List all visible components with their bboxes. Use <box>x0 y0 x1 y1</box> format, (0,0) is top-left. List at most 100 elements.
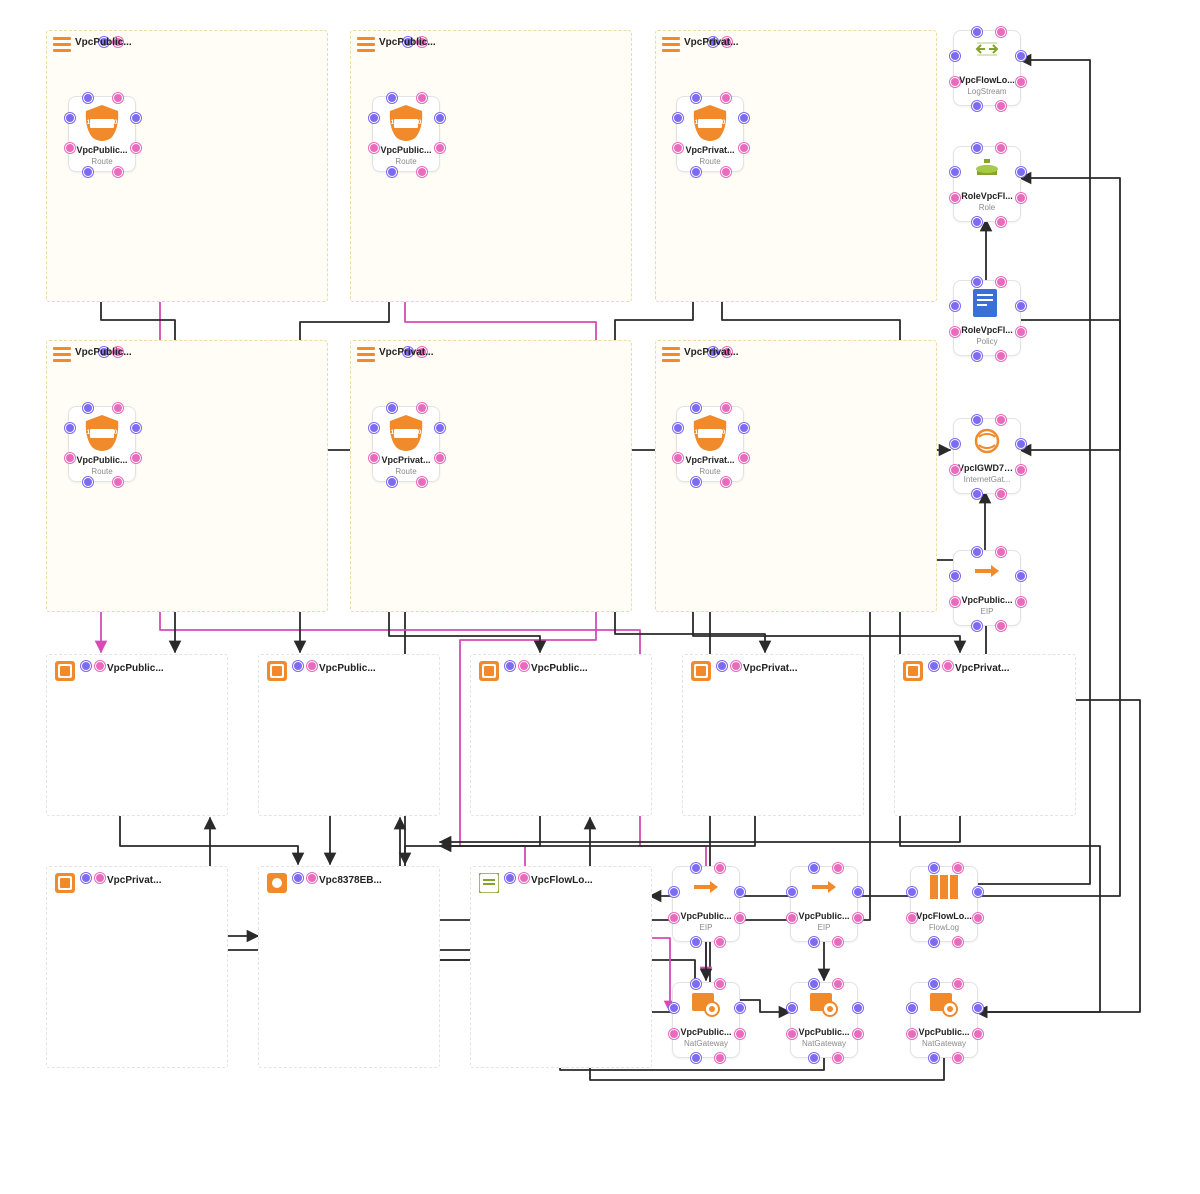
node-n_igw[interactable]: VpcIGWD7B...InternetGat... <box>953 418 1021 494</box>
port-dot <box>953 1053 963 1063</box>
node-sublabel: NatGateway <box>791 1039 857 1048</box>
node-n_role[interactable]: RoleVpcFl...Role <box>953 146 1021 222</box>
node-n_nat2[interactable]: VpcPublic...NatGateway <box>790 982 858 1058</box>
panel-p1[interactable]: VpcPublic... <box>258 654 440 816</box>
port-dot <box>787 913 797 923</box>
node-n_flowlog[interactable]: VpcFlowLo...FlowLog <box>910 866 978 942</box>
node-label: VpcPublic... <box>954 595 1020 605</box>
port-dot <box>833 937 843 947</box>
role-icon <box>973 155 1001 186</box>
route-node[interactable]: 172.16.0.0VpcPublic...Route <box>68 96 136 172</box>
panel-p5[interactable]: VpcPrivat... <box>46 866 228 1068</box>
port-dot <box>83 403 93 413</box>
node-n_logstream[interactable]: VpcFlowLo...LogStream <box>953 30 1021 106</box>
port-dot <box>950 193 960 203</box>
node-label: VpcPrivat... <box>677 145 743 155</box>
subnet-icon <box>267 661 287 681</box>
port-dot <box>715 979 725 989</box>
panel-label: VpcPublic... <box>319 663 376 674</box>
panel-p0[interactable]: VpcPublic... <box>46 654 228 816</box>
port-dot <box>505 873 515 883</box>
panel-p4[interactable]: VpcPrivat... <box>894 654 1076 816</box>
panel-p2[interactable]: VpcPublic... <box>470 654 652 816</box>
port-dot <box>435 113 445 123</box>
node-sublabel: FlowLog <box>911 923 977 932</box>
port-dot <box>669 1003 679 1013</box>
node-label: VpcPublic... <box>791 911 857 921</box>
port-dot <box>691 1053 701 1063</box>
port-dot <box>953 979 963 989</box>
node-n_eip1[interactable]: VpcPublic...EIP <box>672 866 740 942</box>
edge <box>120 816 298 864</box>
port-dot <box>833 1053 843 1063</box>
panel-p6[interactable]: Vpc8378EB... <box>258 866 440 1068</box>
port-dot <box>735 1003 745 1013</box>
port-dot <box>833 863 843 873</box>
subnet-icon <box>691 661 711 681</box>
node-n_nat3[interactable]: VpcPublic... NatGateway <box>910 982 978 1058</box>
node-n_eip_r[interactable]: VpcPublic...EIP <box>953 550 1021 626</box>
route-node[interactable]: 172.16.0.0VpcPublic...Route <box>372 96 440 172</box>
node-sublabel: NatGateway <box>911 1039 977 1048</box>
port-dot <box>691 167 701 177</box>
port-dot <box>787 1003 797 1013</box>
vpc-icon <box>267 873 287 893</box>
port-dot <box>809 937 819 947</box>
route-node[interactable]: 172.16.0.0VpcPrivat...Route <box>372 406 440 482</box>
port-dot <box>369 423 379 433</box>
port-dot <box>953 863 963 873</box>
port-dot <box>1016 571 1026 581</box>
port-dot <box>113 93 123 103</box>
port-dot <box>387 403 397 413</box>
port-dot <box>1016 439 1026 449</box>
port-dot <box>81 661 91 671</box>
port-dot <box>65 143 75 153</box>
port-dot <box>673 113 683 123</box>
nat-icon <box>930 991 958 1022</box>
port-dot <box>691 979 701 989</box>
port-dot <box>417 403 427 413</box>
port-dot <box>739 143 749 153</box>
port-dot <box>943 661 953 671</box>
port-dot <box>691 937 701 947</box>
port-dot <box>853 1029 863 1039</box>
group-label: VpcPrivat... <box>684 37 738 48</box>
edge <box>440 816 960 842</box>
port-dot <box>853 887 863 897</box>
port-dot <box>996 351 1006 361</box>
router-icon <box>53 345 71 363</box>
port-dot <box>435 143 445 153</box>
route-node[interactable]: 172.16.0.0VpcPrivat...Route <box>676 96 744 172</box>
diagram-canvas: VpcPublic...VpcPublic...VpcPrivat...VpcP… <box>0 0 1200 1194</box>
port-dot <box>735 887 745 897</box>
route-node[interactable]: 172.16.0.0VpcPrivat...Route <box>676 406 744 482</box>
port-dot <box>417 93 427 103</box>
node-n_policy[interactable]: RoleVpcFl...Policy <box>953 280 1021 356</box>
port-dot <box>996 277 1006 287</box>
port-dot <box>131 423 141 433</box>
port-dot <box>717 661 727 671</box>
panel-p7[interactable]: VpcFlowLo... <box>470 866 652 1068</box>
node-label: VpcPublic... <box>673 1027 739 1037</box>
port-dot <box>972 101 982 111</box>
port-dot <box>1016 193 1026 203</box>
node-label: VpcPublic... <box>911 1027 977 1037</box>
port-dot <box>673 143 683 153</box>
node-sublabel: Route <box>677 467 743 476</box>
igw-icon <box>973 427 1001 458</box>
port-dot <box>669 1029 679 1039</box>
node-label: RoleVpcFl... <box>954 325 1020 335</box>
node-label: VpcPublic... <box>69 145 135 155</box>
eip-icon <box>973 559 1001 590</box>
port-dot <box>972 277 982 287</box>
node-n_eip2[interactable]: VpcPublic...EIP <box>790 866 858 942</box>
port-dot <box>972 547 982 557</box>
port-dot <box>1016 327 1026 337</box>
panel-p3[interactable]: VpcPrivat... <box>682 654 864 816</box>
group-label: VpcPrivat... <box>684 347 738 358</box>
route-node[interactable]: 172.16.0.0VpcPublic...Route <box>68 406 136 482</box>
eip-icon <box>810 875 838 906</box>
node-n_nat1[interactable]: VpcPublic...NatGateway <box>672 982 740 1058</box>
port-dot <box>1016 77 1026 87</box>
port-dot <box>519 661 529 671</box>
